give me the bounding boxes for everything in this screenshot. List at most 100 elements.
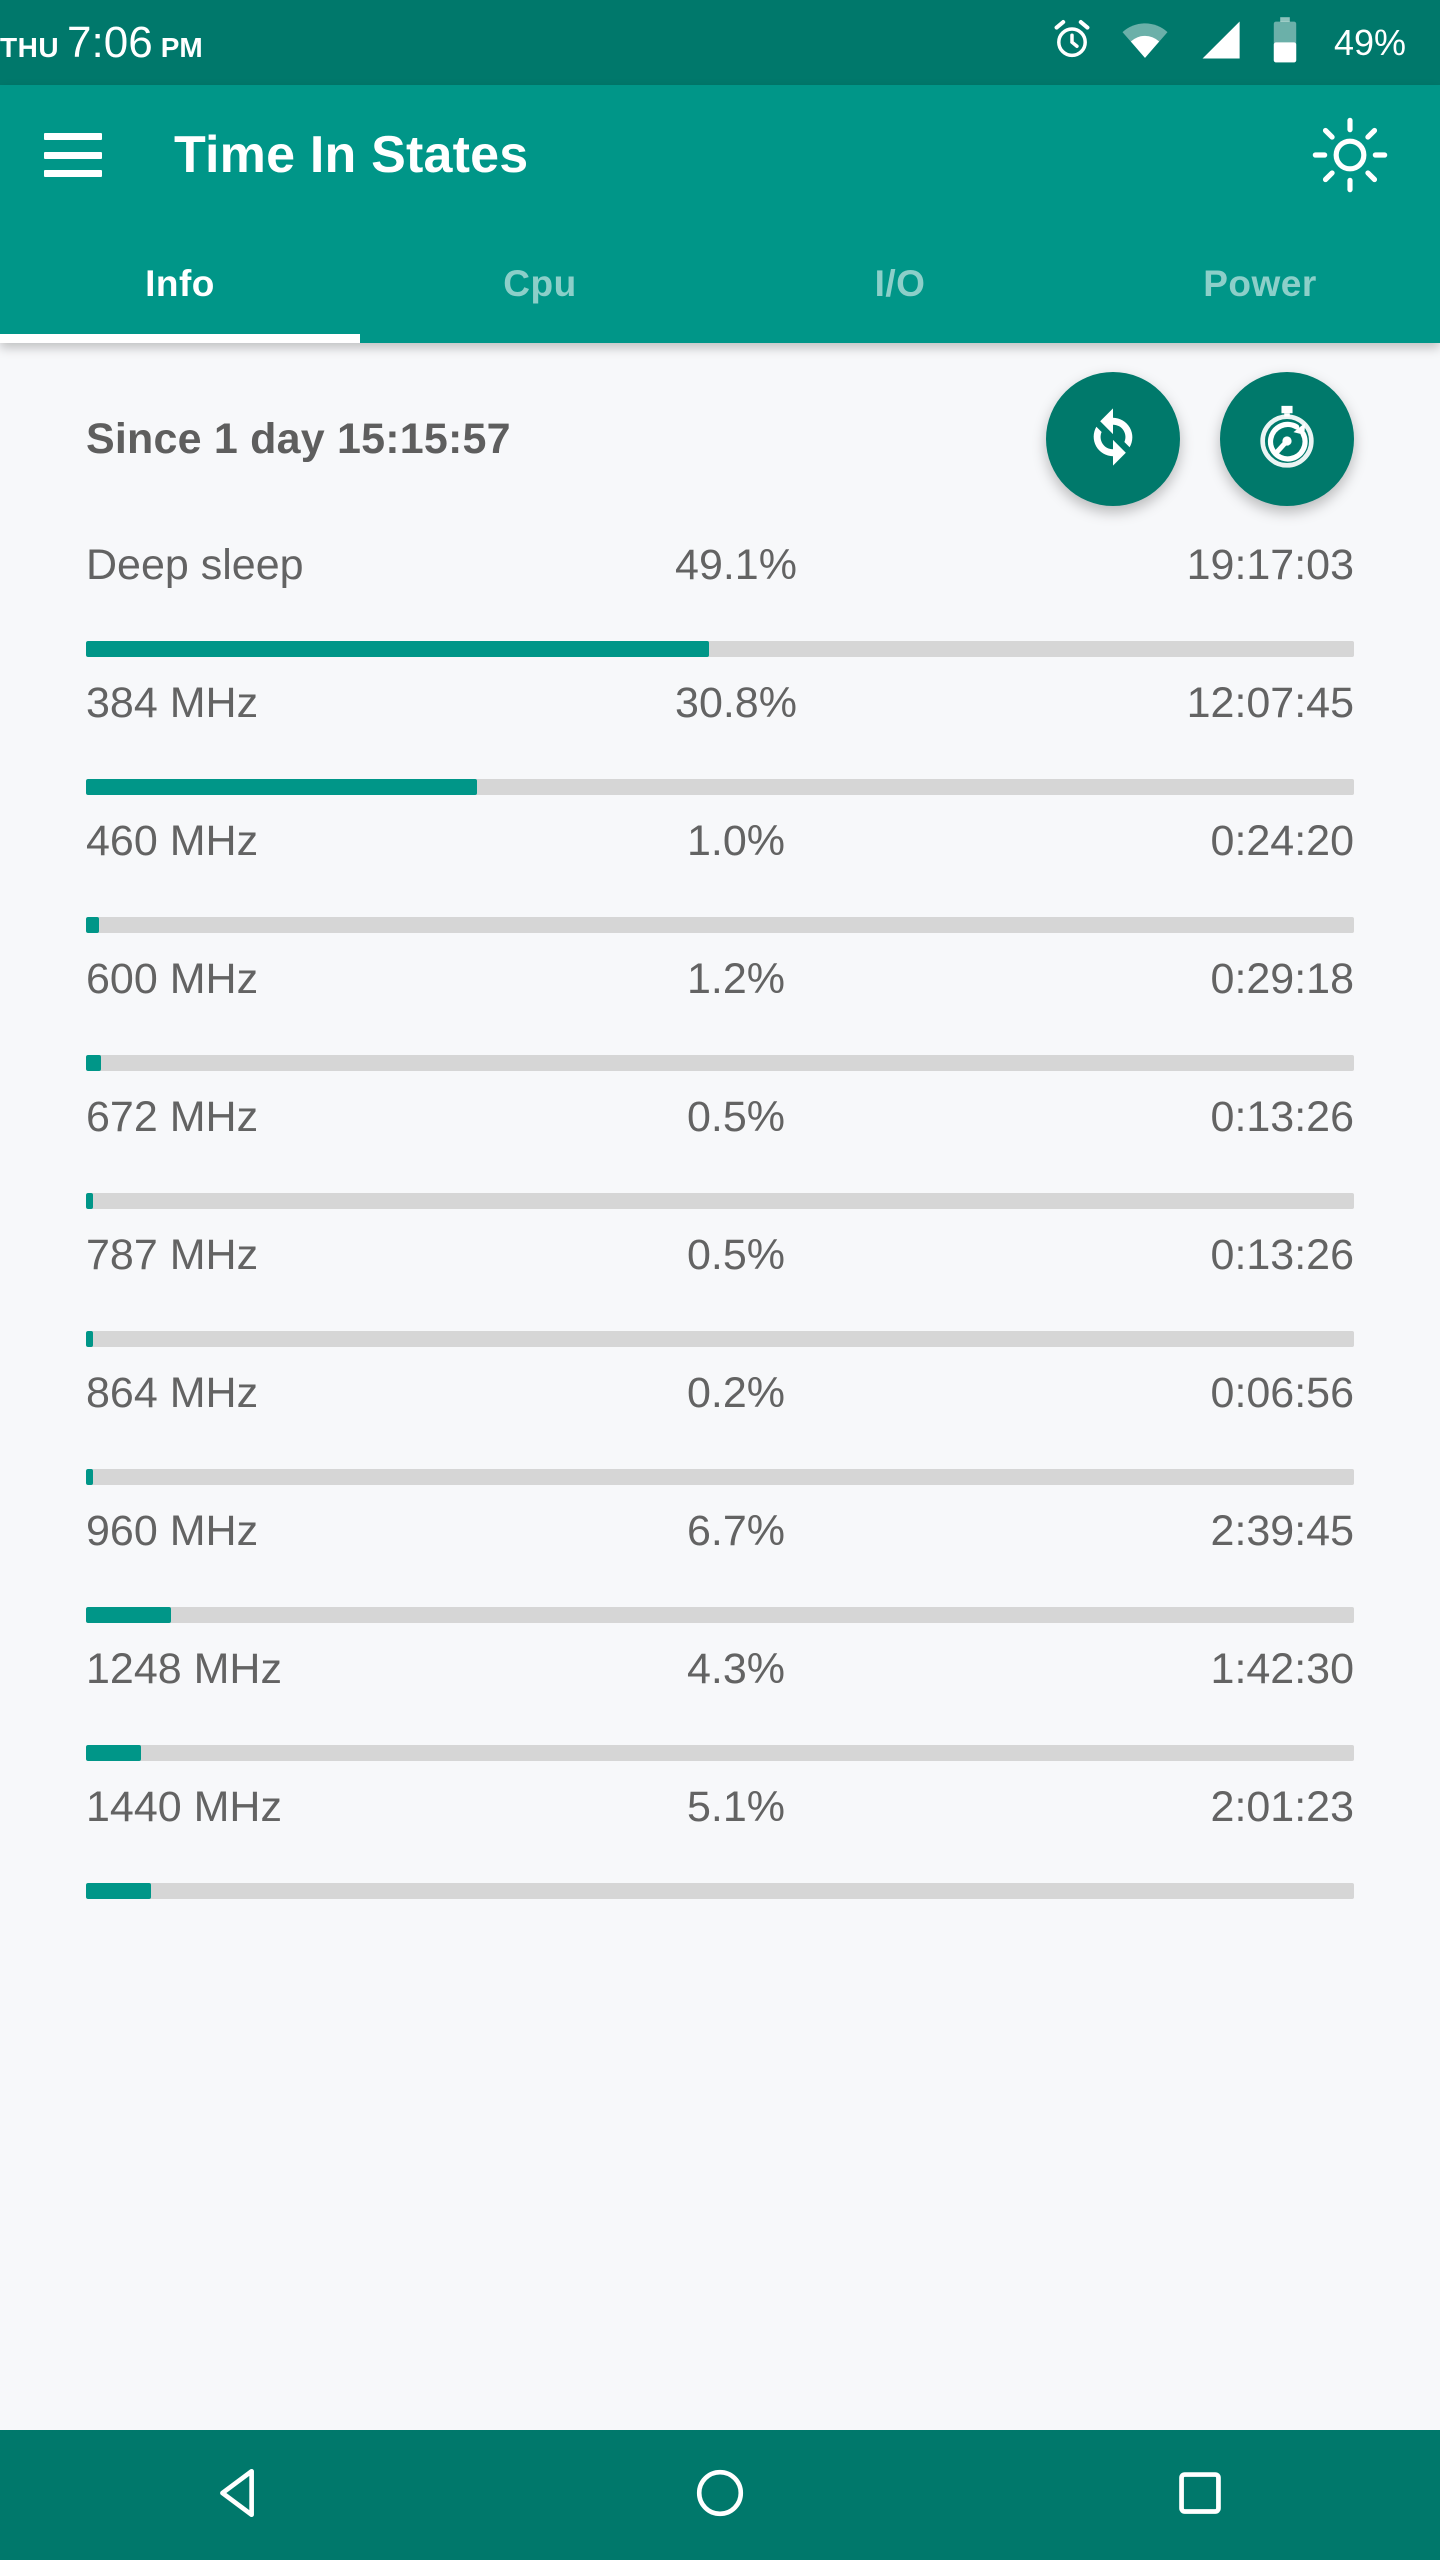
hamburger-menu-icon[interactable] <box>44 133 102 177</box>
state-percent: 30.8% <box>675 679 797 727</box>
tab-active-indicator <box>0 334 360 343</box>
progress-track <box>86 1607 1354 1623</box>
action-button-group <box>1046 372 1354 506</box>
since-label: Since 1 day 15:15:57 <box>86 414 511 463</box>
state-name: 460 MHz <box>86 817 259 865</box>
state-name: 672 MHz <box>86 1093 259 1141</box>
progress-fill <box>86 1193 93 1209</box>
state-duration: 0:13:26 <box>1210 1231 1354 1279</box>
progress-fill <box>86 641 709 657</box>
reset-timer-button[interactable] <box>1220 372 1354 506</box>
tab-cpu[interactable]: Cpu <box>360 225 720 343</box>
state-name: 1440 MHz <box>86 1783 282 1831</box>
progress-track <box>86 1331 1354 1347</box>
table-row[interactable]: 1248 MHz 4.3% 1:42:30 <box>86 1623 1354 1761</box>
wifi-icon <box>1120 18 1170 67</box>
state-duration: 2:01:23 <box>1210 1783 1354 1831</box>
page-title: Time In States <box>174 126 529 184</box>
progress-fill <box>86 1607 171 1623</box>
state-duration: 0:24:20 <box>1210 817 1354 865</box>
table-row[interactable]: 960 MHz 6.7% 2:39:45 <box>86 1485 1354 1623</box>
brightness-sun-icon[interactable] <box>1304 109 1396 201</box>
states-list: Deep sleep 49.1% 19:17:03 384 MHz 30.8% … <box>0 519 1440 1899</box>
app-root: THU 7:06 PM 49% Time In States Info Cpu … <box>0 0 1440 2560</box>
tab-info-label: Info <box>145 263 215 304</box>
refresh-icon <box>1078 402 1148 477</box>
progress-fill <box>86 1055 102 1071</box>
battery-percent-label: 49% <box>1333 21 1406 63</box>
app-bar: Time In States Info Cpu I/O Power <box>0 85 1440 343</box>
state-name: Deep sleep <box>86 541 304 589</box>
state-duration: 19:17:03 <box>1186 541 1354 589</box>
back-triangle-icon <box>209 2462 271 2529</box>
progress-fill <box>86 779 477 795</box>
progress-fill <box>86 1745 141 1761</box>
tab-cpu-label: Cpu <box>503 263 577 304</box>
progress-fill <box>86 1331 93 1347</box>
state-percent: 4.3% <box>686 1645 785 1693</box>
state-percent: 6.7% <box>686 1507 785 1555</box>
status-time: 7:06 <box>67 17 153 67</box>
progress-track <box>86 1745 1354 1761</box>
table-row[interactable]: 460 MHz 1.0% 0:24:20 <box>86 795 1354 933</box>
tab-info[interactable]: Info <box>0 225 360 343</box>
progress-fill <box>86 1883 151 1899</box>
progress-track <box>86 1055 1354 1071</box>
tab-io[interactable]: I/O <box>720 225 1080 343</box>
status-bar-icons: 49% <box>1050 16 1406 69</box>
state-name: 864 MHz <box>86 1369 259 1417</box>
state-name: 1248 MHz <box>86 1645 282 1693</box>
state-name: 960 MHz <box>86 1507 259 1555</box>
state-name: 787 MHz <box>86 1231 259 1279</box>
state-duration: 0:29:18 <box>1210 955 1354 1003</box>
signal-icon <box>1196 18 1244 67</box>
table-row[interactable]: 600 MHz 1.2% 0:29:18 <box>86 933 1354 1071</box>
state-duration: 0:06:56 <box>1210 1369 1354 1417</box>
progress-track <box>86 917 1354 933</box>
state-percent: 1.0% <box>686 817 785 865</box>
progress-fill <box>86 1469 93 1485</box>
state-duration: 1:42:30 <box>1210 1645 1354 1693</box>
stopwatch-reset-icon <box>1250 400 1324 479</box>
state-name: 384 MHz <box>86 679 259 727</box>
recents-square-icon <box>1173 2466 1227 2525</box>
progress-track <box>86 641 1354 657</box>
status-ampm: PM <box>160 31 203 63</box>
tab-io-label: I/O <box>874 263 926 304</box>
progress-track <box>86 1193 1354 1209</box>
progress-fill <box>86 917 99 933</box>
tab-power[interactable]: Power <box>1080 225 1440 343</box>
state-duration: 2:39:45 <box>1210 1507 1354 1555</box>
tab-power-label: Power <box>1203 263 1317 304</box>
refresh-button[interactable] <box>1046 372 1180 506</box>
home-button[interactable] <box>645 2430 795 2560</box>
progress-track <box>86 1883 1354 1899</box>
app-bar-top: Time In States <box>0 85 1440 225</box>
tab-bar: Info Cpu I/O Power <box>0 225 1440 343</box>
table-row[interactable]: 787 MHz 0.5% 0:13:26 <box>86 1209 1354 1347</box>
status-bar-clock: THU 7:06 PM <box>0 17 1050 67</box>
state-percent: 0.5% <box>686 1231 785 1279</box>
content-header: Since 1 day 15:15:57 <box>0 359 1440 519</box>
state-name: 600 MHz <box>86 955 259 1003</box>
state-percent: 0.5% <box>686 1093 785 1141</box>
back-button[interactable] <box>165 2430 315 2560</box>
battery-icon <box>1270 16 1300 69</box>
state-duration: 0:13:26 <box>1210 1093 1354 1141</box>
table-row[interactable]: 1440 MHz 5.1% 2:01:23 <box>86 1761 1354 1899</box>
table-row[interactable]: 384 MHz 30.8% 12:07:45 <box>86 657 1354 795</box>
table-row[interactable]: 672 MHz 0.5% 0:13:26 <box>86 1071 1354 1209</box>
system-navigation-bar <box>0 2430 1440 2560</box>
table-row[interactable]: Deep sleep 49.1% 19:17:03 <box>86 519 1354 657</box>
state-percent: 49.1% <box>675 541 797 589</box>
progress-track <box>86 1469 1354 1485</box>
state-duration: 12:07:45 <box>1186 679 1354 727</box>
state-percent: 0.2% <box>686 1369 785 1417</box>
recents-button[interactable] <box>1125 2430 1275 2560</box>
home-circle-icon <box>691 2464 749 2527</box>
state-percent: 1.2% <box>686 955 785 1003</box>
state-percent: 5.1% <box>686 1783 785 1831</box>
status-day: THU <box>0 31 60 63</box>
content-area: Since 1 day 15:15:57 Deep sleep 49.1% 19… <box>0 343 1440 2430</box>
table-row[interactable]: 864 MHz 0.2% 0:06:56 <box>86 1347 1354 1485</box>
